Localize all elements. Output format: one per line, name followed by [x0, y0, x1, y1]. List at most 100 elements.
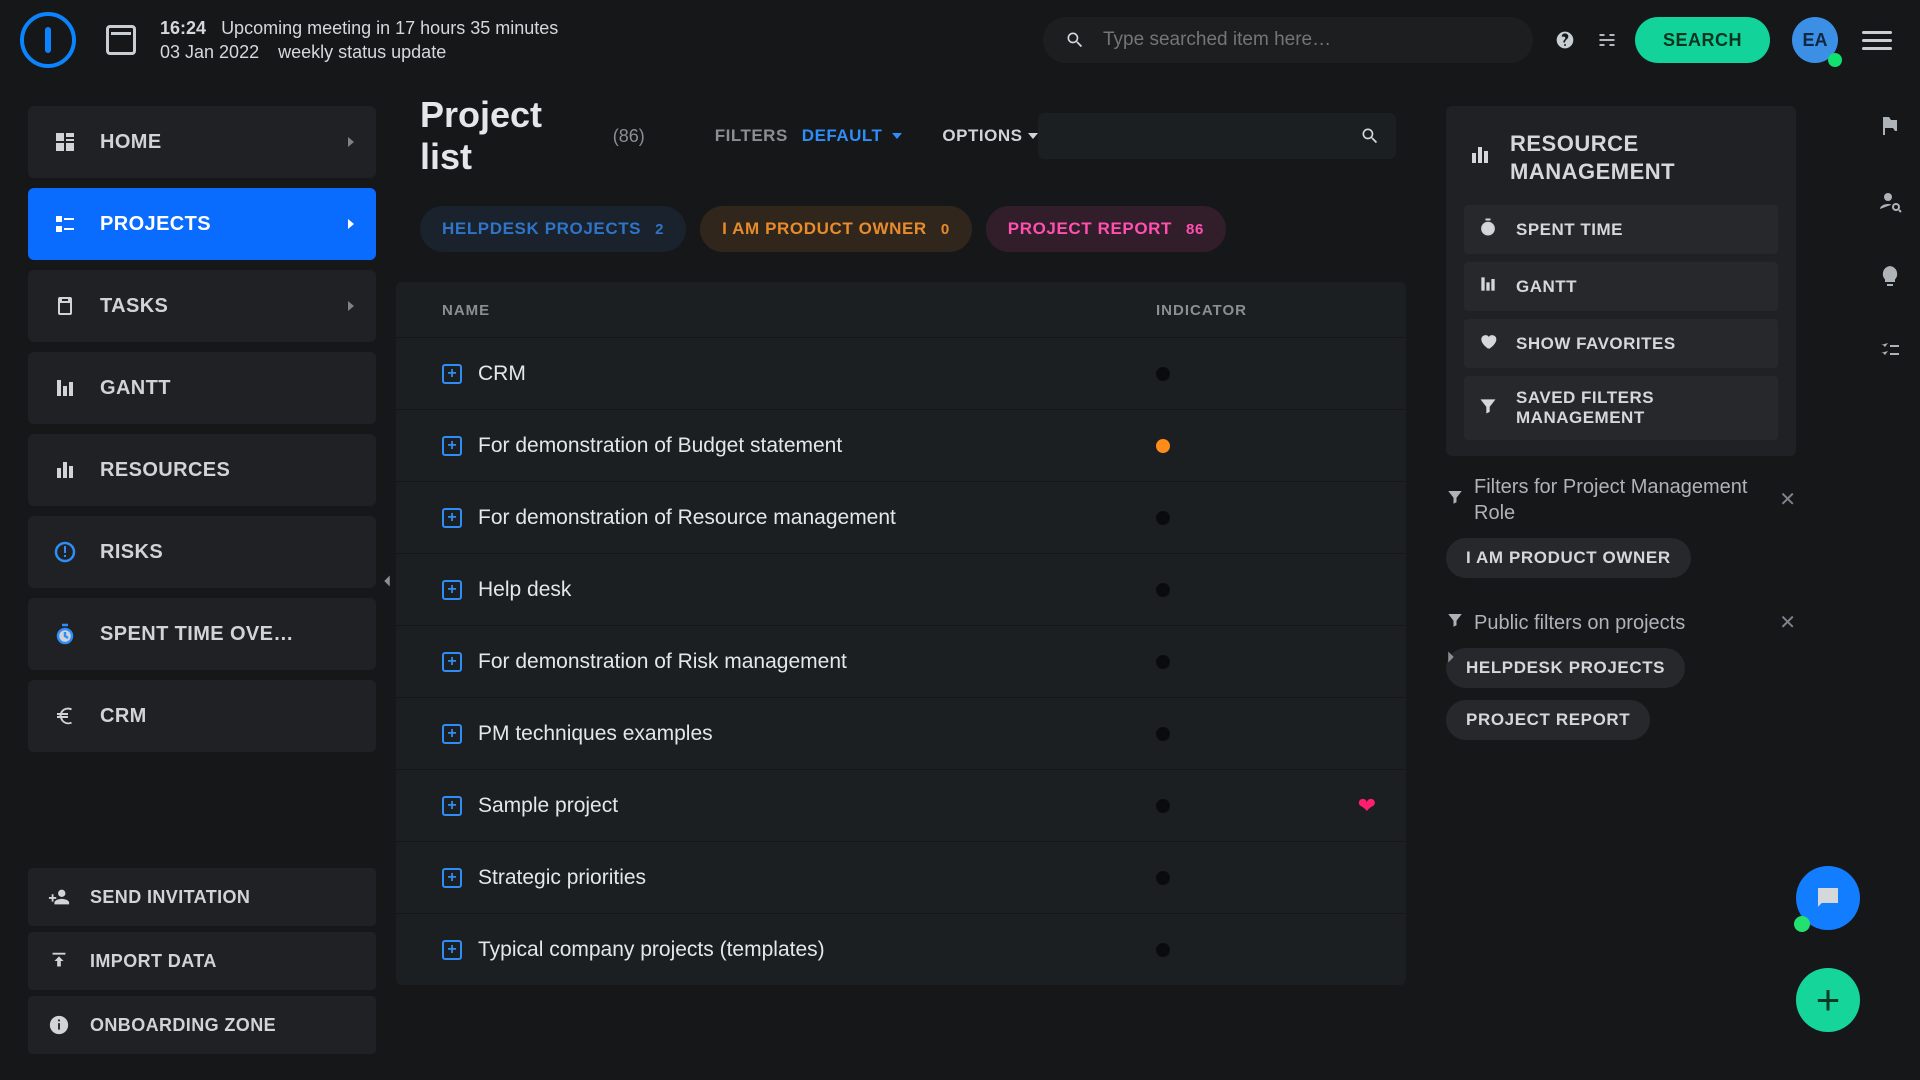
table-row[interactable]: + PM techniques examples [396, 697, 1406, 769]
sidebar-bottom-label: IMPORT DATA [90, 951, 217, 972]
project-name: For demonstration of Risk management [478, 650, 1156, 674]
sidebar-item-gantt[interactable]: GANTT [28, 352, 376, 424]
right-item-spent-time[interactable]: SPENT TIME [1464, 205, 1778, 254]
collapse-sidebar-icon[interactable] [376, 570, 398, 597]
expand-icon[interactable]: + [442, 436, 462, 456]
table-row[interactable]: + Sample project ❤ [396, 769, 1406, 841]
help-icon[interactable] [1551, 26, 1579, 54]
flag-icon[interactable] [1878, 114, 1902, 143]
filters-dropdown[interactable]: DEFAULT [802, 126, 903, 146]
expand-icon[interactable]: + [442, 652, 462, 672]
table-row[interactable]: + For demonstration of Risk management [396, 625, 1406, 697]
favorite-icon[interactable]: ❤ [1358, 793, 1376, 819]
table-row[interactable]: + Typical company projects (templates) [396, 913, 1406, 985]
checklist-icon[interactable] [1878, 339, 1902, 368]
expand-icon[interactable]: + [442, 796, 462, 816]
chevron-right-icon [348, 219, 354, 229]
table-row[interactable]: + CRM [396, 337, 1406, 409]
expand-icon[interactable]: + [442, 868, 462, 888]
column-name[interactable]: NAME [442, 302, 1156, 319]
meeting-info: 16:24 Upcoming meeting in 17 hours 35 mi… [160, 16, 568, 65]
chart-icon [1468, 143, 1492, 172]
global-search-input[interactable] [1103, 29, 1511, 51]
info-icon [46, 1012, 72, 1038]
search-button[interactable]: SEARCH [1635, 17, 1770, 63]
table-search-box[interactable] [1038, 113, 1396, 159]
sidebar-item-spent-time[interactable]: SPENT TIME OVE… [28, 598, 376, 670]
filter-pill-project-report[interactable]: PROJECT REPORT [1446, 700, 1650, 740]
funnel-icon [1446, 610, 1464, 636]
page-title: Project list [420, 94, 603, 178]
column-indicator[interactable]: INDICATOR [1156, 302, 1376, 319]
right-item-label: SHOW FAVORITES [1516, 334, 1676, 354]
table-row[interactable]: + Help desk [396, 553, 1406, 625]
sidebar-item-crm[interactable]: CRM [28, 680, 376, 752]
sidebar-item-risks[interactable]: RISKS [28, 516, 376, 588]
close-icon[interactable]: ✕ [1779, 487, 1796, 513]
sidebar-item-projects[interactable]: PROJECTS [28, 188, 376, 260]
expand-icon[interactable]: + [442, 580, 462, 600]
funnel-icon [1478, 396, 1498, 421]
search-icon [1065, 30, 1085, 50]
right-item-label: GANTT [1516, 277, 1577, 297]
main-area: Project list (86) FILTERS DEFAULT OPTION… [396, 106, 1406, 1080]
chat-fab[interactable] [1796, 866, 1860, 930]
sidebar-item-home[interactable]: HOME [28, 106, 376, 178]
sidebar-item-label: PROJECTS [100, 213, 211, 236]
filters-role-section: Filters for Project Management Role ✕ I … [1446, 474, 1796, 578]
indicator-dot [1156, 583, 1170, 597]
expand-right-panel-icon[interactable] [1440, 646, 1462, 673]
chip-count: 86 [1186, 221, 1204, 238]
sidebar-item-label: RESOURCES [100, 459, 230, 482]
sidebar-item-tasks[interactable]: TASKS [28, 270, 376, 342]
project-name: CRM [478, 362, 1156, 386]
sidebar-item-label: HOME [100, 131, 162, 154]
indicator-dot [1156, 439, 1170, 453]
tasks-icon [50, 291, 80, 321]
onboarding-zone-button[interactable]: ONBOARDING ZONE [28, 996, 376, 1054]
sidebar: HOME PROJECTS TASKS [28, 80, 376, 1080]
expand-icon[interactable]: + [442, 940, 462, 960]
filters-current-value: DEFAULT [802, 126, 883, 146]
sliders-icon[interactable] [1593, 26, 1621, 54]
options-dropdown[interactable]: OPTIONS [942, 126, 1038, 146]
chip-product-owner[interactable]: I AM PRODUCT OWNER 0 [700, 206, 972, 252]
indicator-dot [1156, 871, 1170, 885]
right-item-saved-filters[interactable]: SAVED FILTERS MANAGEMENT [1464, 376, 1778, 440]
table-row[interactable]: + Strategic priorities [396, 841, 1406, 913]
risks-icon [50, 537, 80, 567]
clock-icon [50, 619, 80, 649]
right-item-favorites[interactable]: SHOW FAVORITES [1464, 319, 1778, 368]
chip-label: HELPDESK PROJECTS [442, 219, 641, 239]
send-invitation-button[interactable]: SEND INVITATION [28, 868, 376, 926]
table-row[interactable]: + For demonstration of Resource manageme… [396, 481, 1406, 553]
filter-pill-product-owner[interactable]: I AM PRODUCT OWNER [1446, 538, 1691, 578]
expand-icon[interactable]: + [442, 724, 462, 744]
table-row[interactable]: + For demonstration of Budget statement [396, 409, 1406, 481]
bulb-icon[interactable] [1878, 264, 1902, 293]
import-data-button[interactable]: IMPORT DATA [28, 932, 376, 990]
right-panel-title: RESOURCE MANAGEMENT [1510, 130, 1774, 185]
chip-project-report[interactable]: PROJECT REPORT 86 [986, 206, 1226, 252]
right-panel: RESOURCE MANAGEMENT SPENT TIME GANTT SHO… [1446, 106, 1796, 1080]
filter-pill-helpdesk[interactable]: HELPDESK PROJECTS [1446, 648, 1685, 688]
funnel-icon [1446, 487, 1464, 513]
right-item-label: SAVED FILTERS MANAGEMENT [1516, 388, 1764, 428]
meeting-title: weekly status update [278, 42, 446, 62]
menu-icon[interactable] [1862, 31, 1892, 50]
add-fab[interactable]: + [1796, 968, 1860, 1032]
app-logo-icon[interactable] [20, 12, 76, 68]
right-panel-card: RESOURCE MANAGEMENT SPENT TIME GANTT SHO… [1446, 106, 1796, 456]
user-avatar[interactable]: EA [1792, 17, 1838, 63]
user-search-icon[interactable] [1878, 189, 1902, 218]
global-search-box[interactable] [1043, 17, 1533, 63]
expand-icon[interactable]: + [442, 364, 462, 384]
close-icon[interactable]: ✕ [1779, 610, 1796, 636]
right-item-gantt[interactable]: GANTT [1464, 262, 1778, 311]
gantt-icon [1478, 274, 1498, 299]
calendar-icon[interactable] [106, 25, 136, 55]
project-name: Sample project [478, 794, 1156, 818]
sidebar-item-resources[interactable]: RESOURCES [28, 434, 376, 506]
expand-icon[interactable]: + [442, 508, 462, 528]
chip-helpdesk-projects[interactable]: HELPDESK PROJECTS 2 [420, 206, 686, 252]
